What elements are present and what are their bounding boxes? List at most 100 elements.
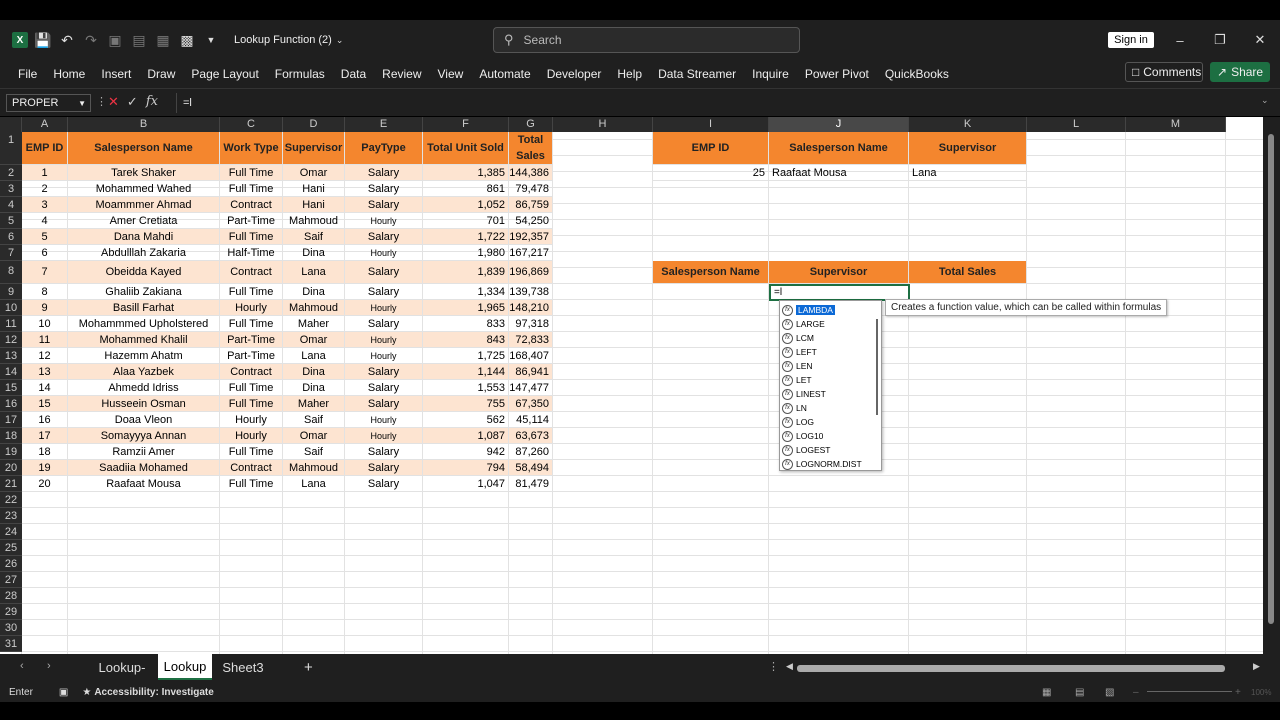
table-cell[interactable]: 45,114 <box>509 412 553 428</box>
column-header-l[interactable]: L <box>1027 117 1126 132</box>
main-table-header[interactable]: Work Type <box>220 132 283 165</box>
table-cell[interactable]: Hourly <box>345 300 423 316</box>
table-cell[interactable]: Mohammed Khalil <box>68 332 220 348</box>
row-header-29[interactable]: 29 <box>0 604 22 620</box>
table-cell[interactable]: Half-Time <box>220 245 283 261</box>
row-header-8[interactable]: 8 <box>0 261 22 284</box>
lookup-header[interactable]: Supervisor <box>909 132 1027 165</box>
close-icon[interactable]: ✕ <box>1250 30 1270 50</box>
table-cell[interactable]: 17 <box>22 428 68 444</box>
table-cell[interactable]: 1,980 <box>423 245 509 261</box>
table-cell[interactable]: Salary <box>345 476 423 492</box>
autocomplete-item[interactable]: fx LN <box>780 401 881 415</box>
search-box[interactable]: ⚲ Search <box>493 27 800 53</box>
table-cell[interactable]: Part-Time <box>220 213 283 229</box>
column-header-a[interactable]: A <box>22 117 68 132</box>
row-header-1[interactable]: 1 <box>0 132 22 165</box>
tab-review[interactable]: Review <box>374 67 429 81</box>
table-cell[interactable]: Omar <box>283 165 345 181</box>
table-cell[interactable]: 1,725 <box>423 348 509 364</box>
table-cell[interactable]: Hourly <box>345 348 423 364</box>
row-header-24[interactable]: 24 <box>0 524 22 540</box>
table-cell[interactable]: 15 <box>22 396 68 412</box>
tab-file[interactable]: File <box>10 67 45 81</box>
table-cell[interactable]: Salary <box>345 444 423 460</box>
column-header-f[interactable]: F <box>423 117 509 132</box>
row-header-17[interactable]: 17 <box>0 412 22 428</box>
row-header-6[interactable]: 6 <box>0 229 22 245</box>
table-cell[interactable]: 1,385 <box>423 165 509 181</box>
column-header-h[interactable]: H <box>553 117 653 132</box>
table-cell[interactable]: 8 <box>22 284 68 300</box>
row-header-28[interactable]: 28 <box>0 588 22 604</box>
column-header-b[interactable]: B <box>68 117 220 132</box>
table-cell[interactable]: Full Time <box>220 444 283 460</box>
calculator-icon[interactable]: ▩ <box>178 31 196 49</box>
table-cell[interactable]: Salary <box>345 197 423 213</box>
lookup2-header[interactable]: Total Sales <box>909 261 1027 284</box>
table-cell[interactable]: Obeidda Kayed <box>68 261 220 284</box>
table-cell[interactable]: 54,250 <box>509 213 553 229</box>
lookup-header[interactable]: Salesperson Name <box>769 132 909 165</box>
name-box[interactable]: PROPER ▼ <box>6 94 91 112</box>
row-header-25[interactable]: 25 <box>0 540 22 556</box>
table-cell[interactable]: Saif <box>283 412 345 428</box>
row-header-23[interactable]: 23 <box>0 508 22 524</box>
table-cell[interactable]: Lana <box>283 348 345 364</box>
table-cell[interactable]: Contract <box>220 460 283 476</box>
row-header-16[interactable]: 16 <box>0 396 22 412</box>
zoom-in-icon[interactable]: + <box>1235 687 1241 698</box>
tab-data[interactable]: Data <box>333 67 374 81</box>
row-header-27[interactable]: 27 <box>0 572 22 588</box>
tab-view[interactable]: View <box>430 67 472 81</box>
normal-view-icon[interactable]: ▦ <box>1042 687 1051 698</box>
table-cell[interactable]: Mahmoud <box>283 460 345 476</box>
camera-icon[interactable]: ▣ <box>106 31 124 49</box>
more-options-icon[interactable]: ⋮ <box>768 660 779 673</box>
table-cell[interactable]: 1,087 <box>423 428 509 444</box>
table-cell[interactable]: Full Time <box>220 165 283 181</box>
table-cell[interactable]: 7 <box>22 261 68 284</box>
table-cell[interactable]: Part-Time <box>220 348 283 364</box>
comments-button[interactable]: □ Comments <box>1125 62 1203 82</box>
accessibility-status[interactable]: Accessibility: Investigate <box>94 687 214 698</box>
column-header-c[interactable]: C <box>220 117 283 132</box>
table-cell[interactable]: Salary <box>345 181 423 197</box>
row-header-18[interactable]: 18 <box>0 428 22 444</box>
tab-data-streamer[interactable]: Data Streamer <box>650 67 744 81</box>
table-cell[interactable]: Salary <box>345 284 423 300</box>
lookup-emp-id-value[interactable]: 25 <box>653 165 769 181</box>
table-cell[interactable]: Contract <box>220 364 283 380</box>
lookup2-header[interactable]: Supervisor <box>769 261 909 284</box>
table-cell[interactable]: 9 <box>22 300 68 316</box>
autocomplete-item[interactable]: fx LAMBDA <box>780 303 881 317</box>
column-header-e[interactable]: E <box>345 117 423 132</box>
macro-recorder-icon[interactable]: ▣ <box>59 687 68 698</box>
table-cell[interactable]: Basill Farhat <box>68 300 220 316</box>
table-cell[interactable]: Somayyya Annan <box>68 428 220 444</box>
row-header-19[interactable]: 19 <box>0 444 22 460</box>
table-cell[interactable]: Contract <box>220 261 283 284</box>
table-cell[interactable]: 833 <box>423 316 509 332</box>
zoom-out-icon[interactable]: – <box>1133 687 1139 698</box>
table-cell[interactable]: 1 <box>22 165 68 181</box>
table-cell[interactable]: Part-Time <box>220 332 283 348</box>
main-table-header[interactable]: Salesperson Name <box>68 132 220 165</box>
table-cell[interactable]: Tarek Shaker <box>68 165 220 181</box>
table-cell[interactable]: 72,833 <box>509 332 553 348</box>
table-cell[interactable]: Hourly <box>345 428 423 444</box>
tab-quickbooks[interactable]: QuickBooks <box>877 67 957 81</box>
autocomplete-item[interactable]: fx LARGE <box>780 317 881 331</box>
tab-draw[interactable]: Draw <box>139 67 183 81</box>
table-cell[interactable]: 144,386 <box>509 165 553 181</box>
table-cell[interactable]: 755 <box>423 396 509 412</box>
row-header-22[interactable]: 22 <box>0 492 22 508</box>
table-cell[interactable]: Maher <box>283 316 345 332</box>
vertical-scroll-thumb[interactable] <box>1268 134 1274 624</box>
table-cell[interactable]: 87,260 <box>509 444 553 460</box>
add-sheet-icon[interactable]: + <box>304 659 313 676</box>
function-autocomplete-list[interactable]: fx LAMBDA fx LARGE fx LCM fx LEFT fx LEN fx LET fx LI… <box>779 300 882 471</box>
table-cell[interactable]: Mahmoud <box>283 213 345 229</box>
table-cell[interactable]: 139,738 <box>509 284 553 300</box>
row-header-31[interactable]: 31 <box>0 636 22 652</box>
